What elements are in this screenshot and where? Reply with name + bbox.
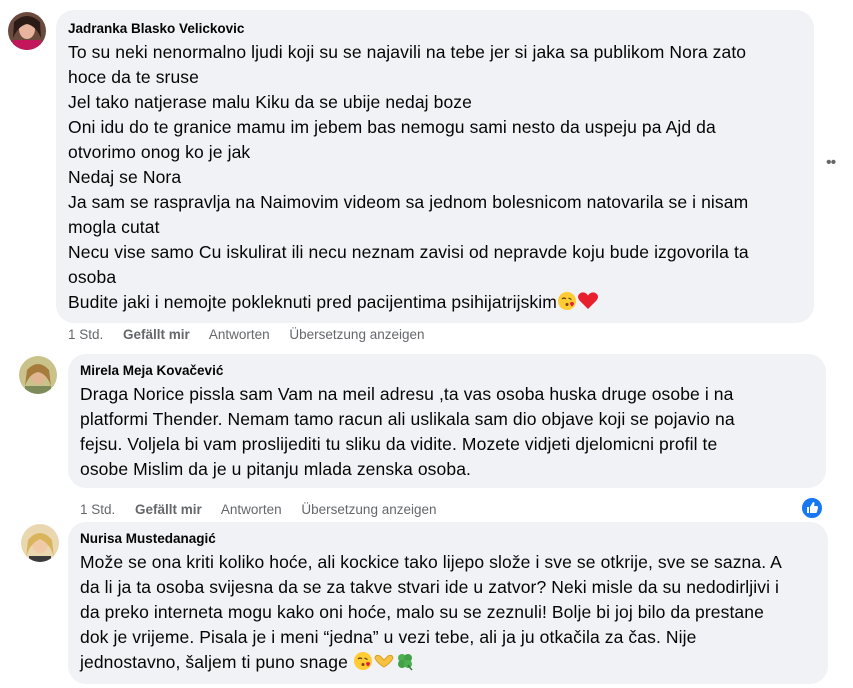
heart-hands-icon [373,651,395,678]
avatar[interactable] [21,524,59,562]
comment-bubble: Mirela Meja Kovačević Draga Norice pissl… [68,354,826,488]
comment-author[interactable]: Nurisa Mustedanagić [80,530,816,548]
comment-actions: 1 Std. Gefällt mir Antworten Übersetzung… [80,502,453,517]
comment-author[interactable]: Jadranka Blasko Velickovic [68,20,802,38]
comment-text: Draga Norice pissla sam Vam na meil adre… [80,384,735,479]
more-options-icon[interactable]: •• [826,154,836,172]
heart-icon [577,291,599,318]
comment-bubble: Jadranka Blasko Velickovic To su neki ne… [56,10,814,323]
avatar[interactable] [19,356,57,394]
translate-link[interactable]: Übersetzung anzeigen [289,327,424,342]
comment-actions: 1 Std. Gefällt mir Antworten Übersetzung… [68,327,441,342]
comment-text: To su neki nenormalno ljudi koji su se n… [68,40,802,318]
kissing-face-icon [353,651,373,678]
translate-link[interactable]: Übersetzung anzeigen [301,502,436,517]
timestamp[interactable]: 1 Std. [80,502,115,517]
like-reaction-icon[interactable] [800,496,824,520]
comment-author[interactable]: Mirela Meja Kovačević [80,362,814,380]
comment-bubble: Nurisa Mustedanagić Može se ona kriti ko… [68,522,828,684]
like-button[interactable]: Gefällt mir [123,327,190,342]
reply-button[interactable]: Antworten [221,502,282,517]
four-leaf-clover-icon [395,651,415,678]
comment-text: Može se ona kriti koliko hoće, ali kocki… [80,550,816,678]
kissing-face-icon [557,291,577,318]
like-button[interactable]: Gefällt mir [135,502,202,517]
avatar[interactable] [8,12,46,50]
reply-button[interactable]: Antworten [209,327,270,342]
timestamp[interactable]: 1 Std. [68,327,103,342]
